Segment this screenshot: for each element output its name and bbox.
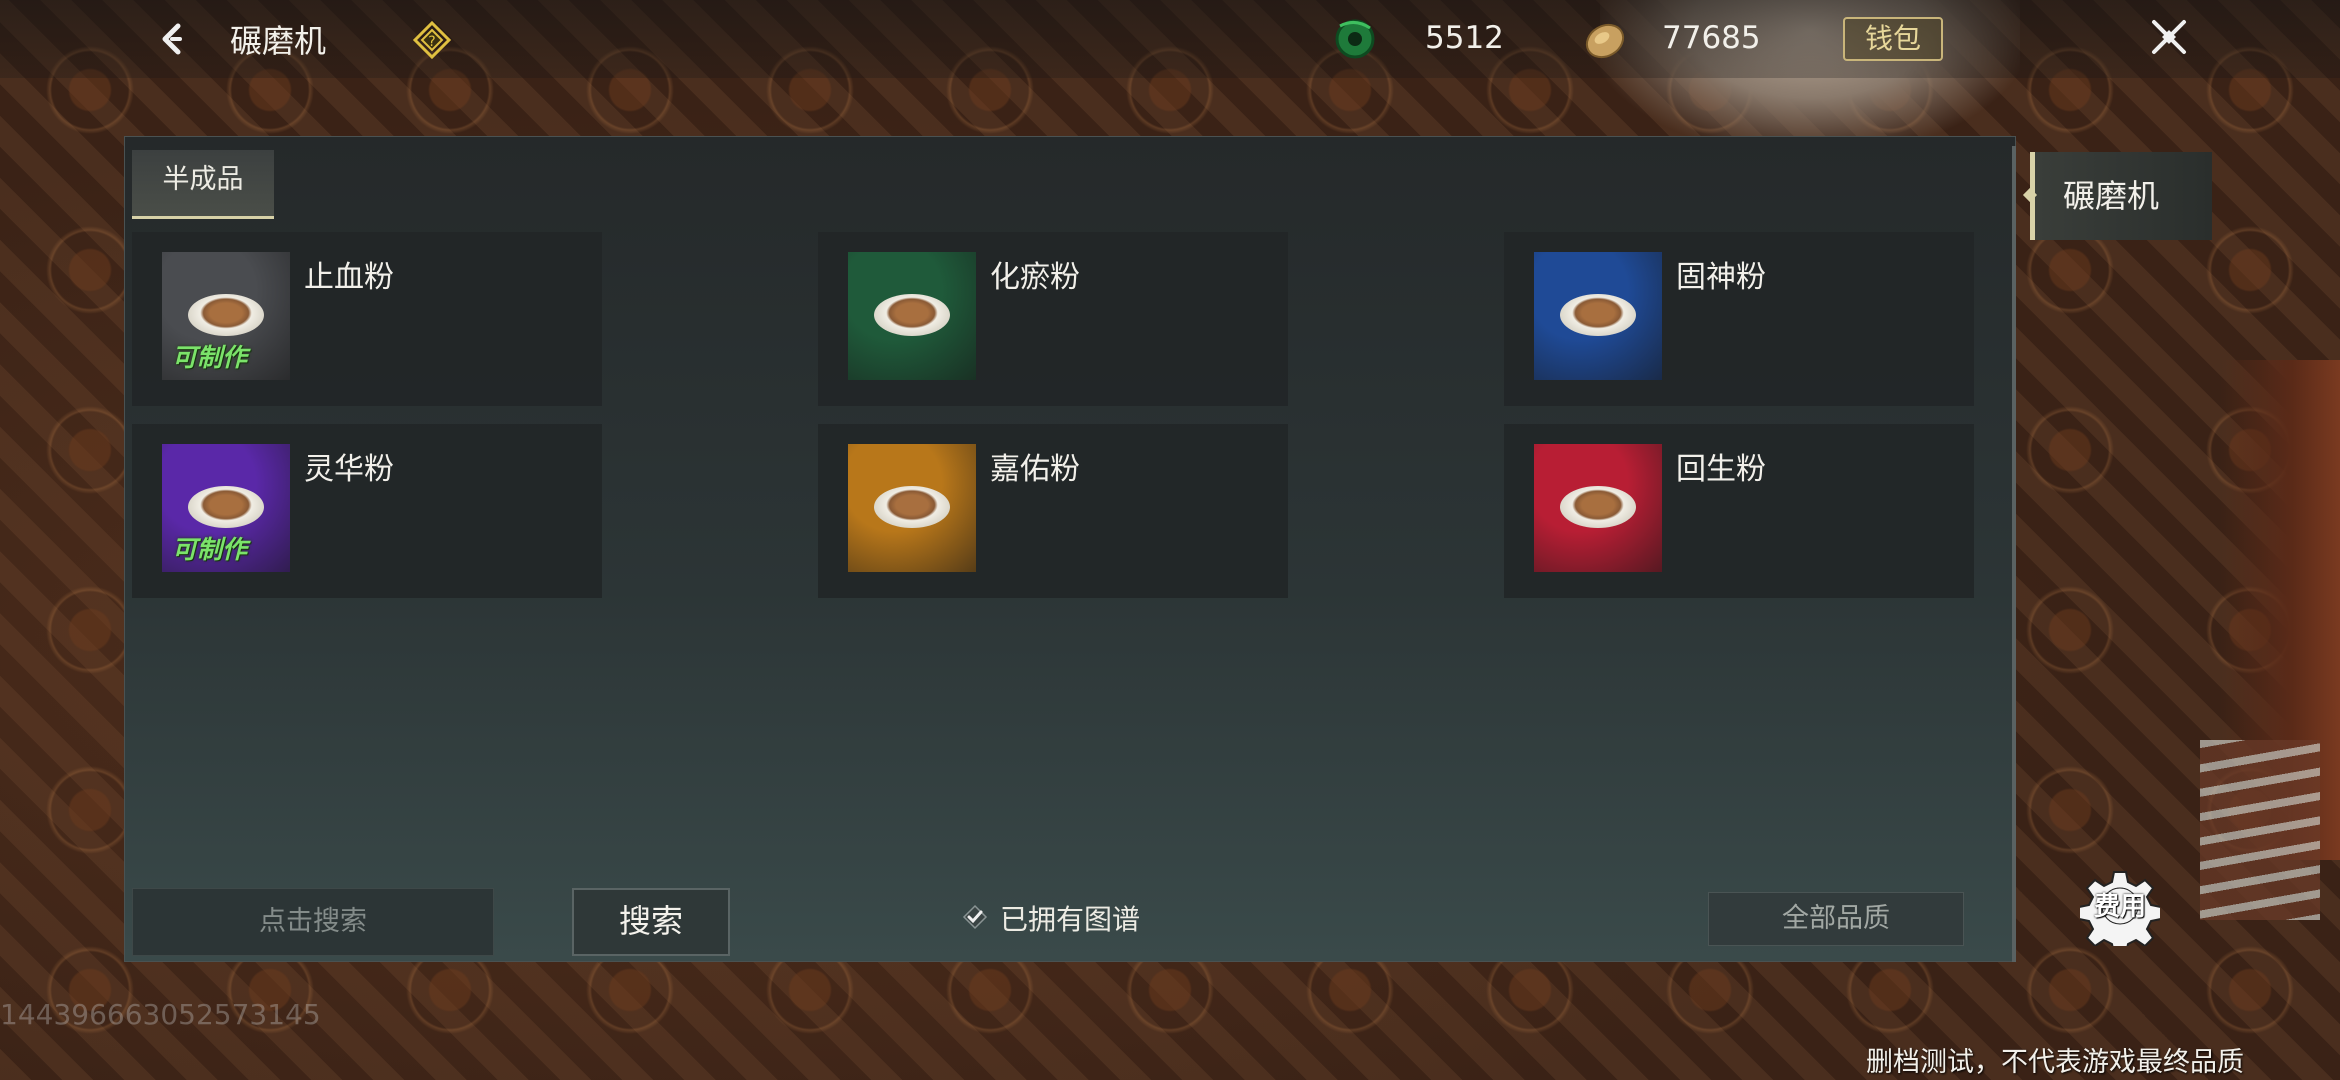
- wallet-button[interactable]: 钱包: [1843, 17, 1943, 61]
- recipe-card[interactable]: 化瘀粉: [818, 232, 1288, 406]
- back-arrow-icon: [162, 23, 182, 55]
- help-button[interactable]: ?: [412, 20, 452, 60]
- recipe-thumbnail: [1534, 444, 1662, 572]
- gold-ingot-icon: [1580, 14, 1630, 64]
- recipe-card[interactable]: 可制作 止血粉: [132, 232, 602, 406]
- back-button[interactable]: [150, 14, 200, 64]
- recipe-thumbnail: 可制作: [162, 444, 290, 572]
- powder-bowl-icon: [1560, 486, 1636, 528]
- tab-semi-finished[interactable]: 半成品: [132, 150, 274, 219]
- powder-bowl-icon: [188, 294, 264, 336]
- craftable-badge: 可制作: [172, 343, 248, 372]
- recipe-name: 回生粉: [1676, 452, 1766, 487]
- checkmark-icon: [962, 904, 988, 930]
- gold-ingot-value: 77685: [1662, 20, 1761, 56]
- test-disclaimer: 删档测试，不代表游戏最终品质: [1866, 1047, 2244, 1078]
- svg-text:?: ?: [428, 34, 435, 50]
- recipe-thumbnail: [1534, 252, 1662, 380]
- recipe-card[interactable]: 可制作 灵华粉: [132, 424, 602, 598]
- top-bar: [0, 0, 2340, 78]
- scene-machine-detail: [2200, 740, 2320, 920]
- recipe-thumbnail: [848, 252, 976, 380]
- recipe-name: 止血粉: [304, 260, 394, 295]
- quality-filter-dropdown[interactable]: 全部品质: [1708, 892, 1964, 946]
- recipe-thumbnail: 可制作: [162, 252, 290, 380]
- jade-coin-icon: [1330, 14, 1380, 64]
- owned-recipes-label: 已拥有图谱: [1000, 903, 1141, 936]
- close-button[interactable]: [2144, 12, 2194, 62]
- search-button[interactable]: 搜索: [572, 888, 730, 956]
- recipe-card[interactable]: 嘉佑粉: [818, 424, 1288, 598]
- cost-button[interactable]: 费用: [2078, 866, 2162, 955]
- recipe-card[interactable]: 回生粉: [1504, 424, 1974, 598]
- powder-bowl-icon: [874, 294, 950, 336]
- close-icon: [2152, 20, 2186, 54]
- recipe-card[interactable]: 固神粉: [1504, 232, 1974, 406]
- recipe-name: 灵华粉: [304, 452, 394, 487]
- jade-coin-value: 5512: [1425, 20, 1504, 56]
- recipe-thumbnail: [848, 444, 976, 572]
- craftable-badge: 可制作: [172, 535, 248, 564]
- recipe-name: 嘉佑粉: [990, 452, 1080, 487]
- cost-label: 费用: [2093, 892, 2146, 922]
- page-title: 碾磨机: [230, 22, 327, 60]
- user-id: 1443966630525731​45: [0, 998, 321, 1031]
- owned-recipes-checkbox[interactable]: [962, 904, 988, 930]
- search-input[interactable]: 点击搜索: [132, 888, 494, 956]
- powder-bowl-icon: [188, 486, 264, 528]
- recipe-name: 化瘀粉: [990, 260, 1080, 295]
- recipe-name: 固神粉: [1676, 260, 1766, 295]
- sidebar-item-grinder[interactable]: 碾磨机: [2022, 152, 2212, 240]
- powder-bowl-icon: [1560, 294, 1636, 336]
- powder-bowl-icon: [874, 486, 950, 528]
- help-diamond-icon: ?: [412, 20, 452, 60]
- sidebar-divider: [2012, 146, 2016, 962]
- sidebar-item-label: 碾磨机: [2063, 177, 2160, 215]
